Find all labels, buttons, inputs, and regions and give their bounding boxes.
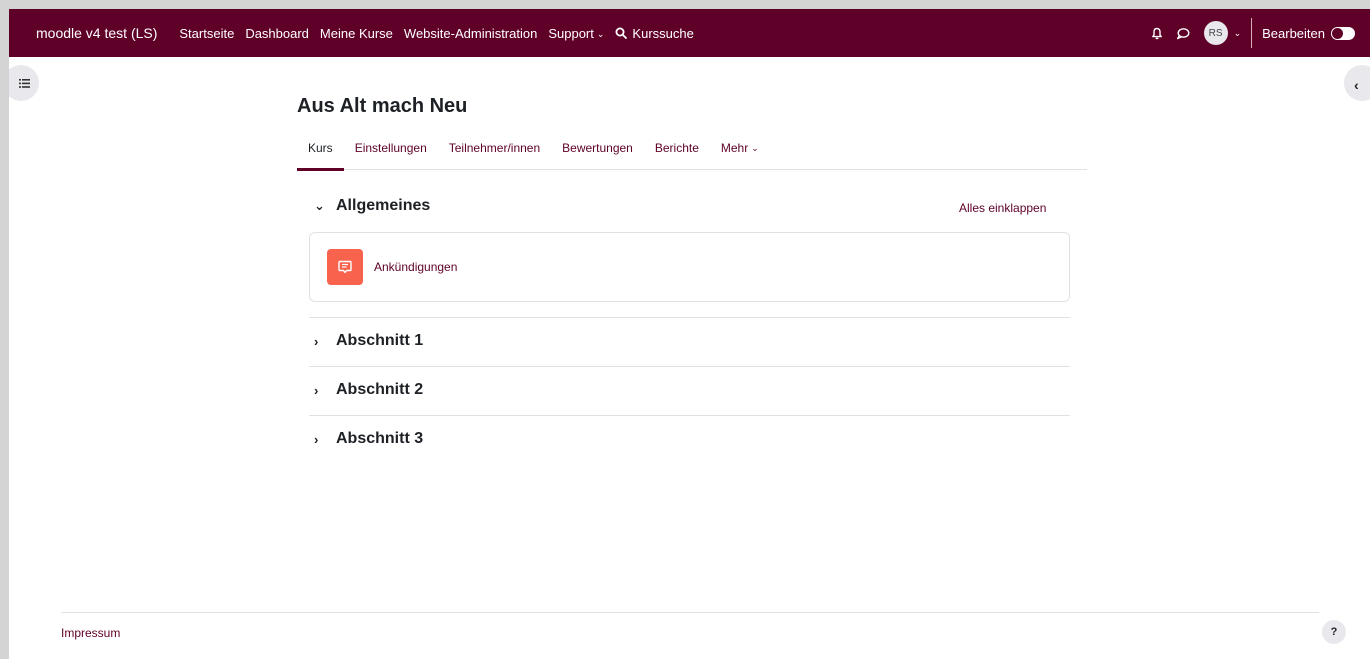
section-toggle-abschnitt-2[interactable]: › Abschnitt 2 bbox=[314, 381, 423, 399]
bell-icon bbox=[1151, 27, 1162, 39]
activity-link[interactable]: Ankündigungen bbox=[374, 260, 457, 274]
user-avatar[interactable]: RS bbox=[1203, 21, 1228, 45]
chevron-down-icon[interactable]: ⌄ bbox=[1234, 28, 1242, 39]
tab-mehr-label: Mehr bbox=[720, 141, 749, 155]
top-navbar: moodle v4 test (LS) Startseite Dashboard… bbox=[9, 9, 1370, 57]
primary-navigation: Startseite Dashboard Meine Kurse Website… bbox=[179, 26, 693, 41]
navbar-user-area: RS ⌄ Bearbeiten bbox=[1146, 9, 1370, 57]
search-icon bbox=[615, 27, 628, 39]
nav-link-website-administration[interactable]: Website-Administration bbox=[404, 26, 537, 41]
page-frame: moodle v4 test (LS) Startseite Dashboard… bbox=[9, 9, 1370, 659]
chevron-right-icon: › bbox=[314, 382, 319, 398]
forum-icon[interactable] bbox=[327, 249, 363, 285]
chevron-left-icon: ‹ bbox=[1354, 77, 1359, 93]
edit-mode-toggle[interactable] bbox=[1331, 26, 1355, 40]
page-title: Aus Alt mach Neu bbox=[297, 95, 468, 117]
chevron-down-icon: ⌄ bbox=[596, 28, 605, 39]
chevron-down-icon: ⌄ bbox=[314, 198, 325, 213]
section-divider bbox=[309, 366, 1070, 367]
chevron-down-icon: ⌄ bbox=[751, 143, 759, 153]
section-toggle-allgemeines[interactable]: ⌄ Allgemeines bbox=[314, 197, 430, 215]
nav-link-meine-kurse[interactable]: Meine Kurse bbox=[320, 26, 393, 41]
block-drawer-toggle[interactable]: ‹ bbox=[1344, 65, 1370, 101]
notifications-button[interactable] bbox=[1146, 27, 1168, 40]
messages-button[interactable] bbox=[1172, 27, 1194, 40]
tab-kurs[interactable]: Kurs bbox=[297, 134, 344, 171]
section-divider bbox=[309, 317, 1070, 318]
course-index-drawer-toggle[interactable] bbox=[9, 65, 39, 101]
footer-divider bbox=[61, 612, 1319, 613]
section-divider bbox=[309, 415, 1070, 416]
nav-course-search[interactable]: Kurssuche bbox=[615, 25, 694, 41]
tab-berichte[interactable]: Berichte bbox=[644, 134, 710, 170]
edit-mode-label: Bearbeiten bbox=[1262, 25, 1325, 41]
section-title: Abschnitt 2 bbox=[336, 381, 424, 398]
section-toggle-abschnitt-1[interactable]: › Abschnitt 1 bbox=[314, 332, 423, 350]
list-icon bbox=[18, 78, 30, 88]
section-title: Abschnitt 1 bbox=[336, 332, 424, 349]
navbar-divider bbox=[1251, 18, 1253, 48]
section-title: Allgemeines bbox=[336, 197, 431, 214]
tab-bewertungen[interactable]: Bewertungen bbox=[551, 134, 644, 170]
forum-glyph bbox=[338, 260, 352, 274]
nav-link-startseite[interactable]: Startseite bbox=[179, 26, 234, 41]
help-button[interactable]: ? bbox=[1322, 620, 1346, 644]
nav-support-label: Support bbox=[548, 25, 594, 41]
activity-card-announcements: Ankündigungen bbox=[309, 232, 1070, 302]
tab-teilnehmer[interactable]: Teilnehmer/innen bbox=[438, 134, 551, 170]
chevron-right-icon: › bbox=[314, 333, 319, 349]
footer-impressum-link[interactable]: Impressum bbox=[61, 626, 120, 640]
chat-bubble-icon bbox=[1176, 27, 1190, 39]
nav-course-search-label: Kurssuche bbox=[632, 25, 694, 41]
nav-link-dashboard[interactable]: Dashboard bbox=[245, 26, 309, 41]
tab-einstellungen[interactable]: Einstellungen bbox=[344, 134, 438, 170]
chevron-right-icon: › bbox=[314, 431, 319, 447]
site-brand[interactable]: moodle v4 test (LS) bbox=[36, 25, 157, 41]
nav-support-menu[interactable]: Support ⌄ bbox=[548, 26, 604, 41]
collapse-all-link[interactable]: Alles einklappen bbox=[959, 201, 1046, 215]
section-toggle-abschnitt-3[interactable]: › Abschnitt 3 bbox=[314, 430, 423, 448]
section-title: Abschnitt 3 bbox=[336, 430, 424, 447]
course-secondary-navigation: Kurs Einstellungen Teilnehmer/innen Bewe… bbox=[297, 134, 1087, 171]
tab-mehr[interactable]: Mehr ⌄ bbox=[710, 134, 770, 170]
